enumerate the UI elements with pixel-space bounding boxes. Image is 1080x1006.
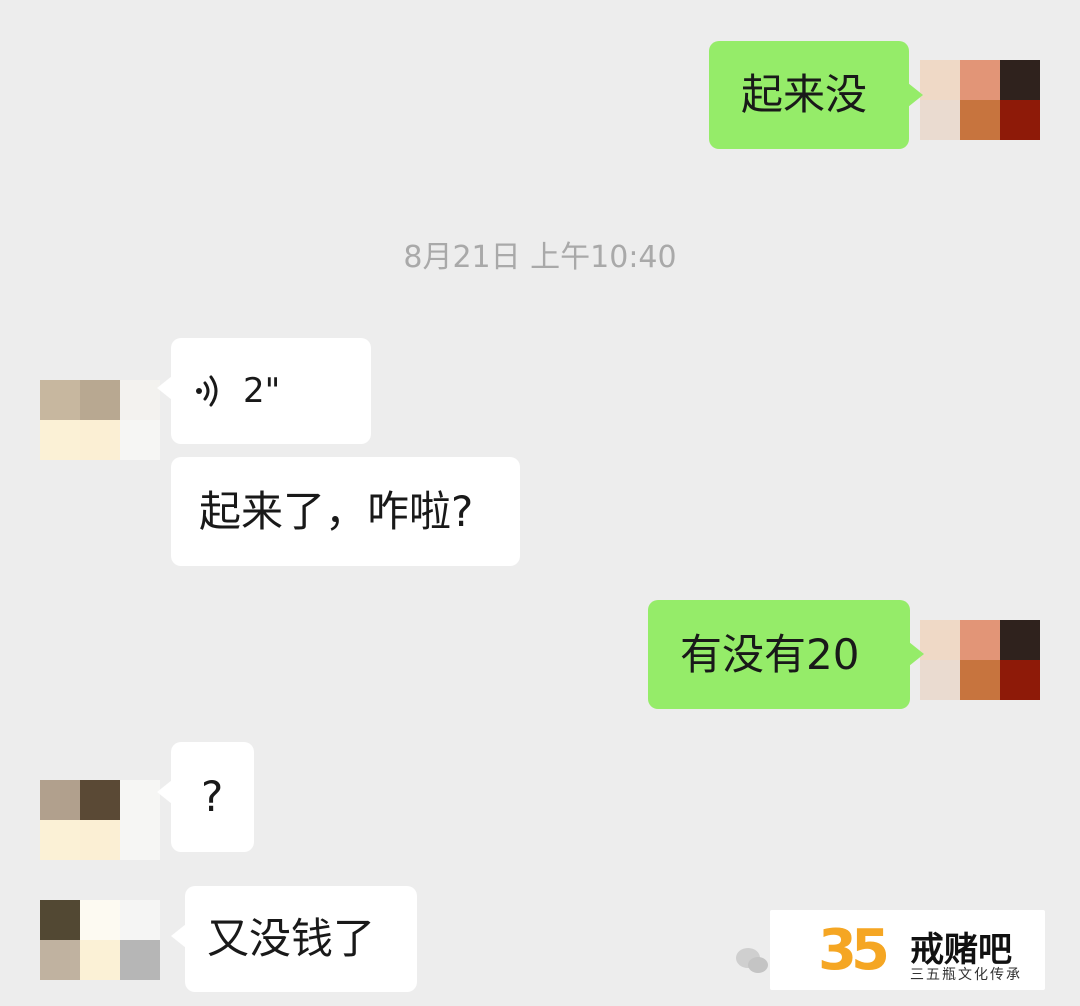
voice-duration: 2" bbox=[243, 371, 281, 411]
contact-avatar[interactable] bbox=[40, 900, 160, 980]
voice-message-bubble[interactable]: 2" bbox=[157, 338, 371, 444]
message-text: 起来没 bbox=[741, 70, 868, 119]
contact-avatar[interactable] bbox=[40, 380, 160, 460]
my-avatar[interactable] bbox=[920, 620, 1040, 700]
watermark-number: 35 bbox=[818, 918, 890, 983]
message-bubble-outgoing[interactable]: 起来没 bbox=[709, 41, 923, 149]
chat-screen: 起来没 8月21日 上午10:40 2" 起来了，咋啦? 有没有20 ? 又没钱… bbox=[0, 0, 1080, 1006]
message-bubble-incoming[interactable]: 又没钱了 bbox=[171, 886, 417, 992]
message-text: 有没有20 bbox=[680, 629, 860, 679]
watermark-logo: 35 戒赌吧 三五瓶文化传承 bbox=[770, 910, 1045, 990]
watermark-number-text: 35 bbox=[818, 918, 890, 983]
wechat-icon bbox=[736, 948, 768, 973]
message-timestamp: 8月21日 上午10:40 bbox=[403, 240, 677, 275]
contact-avatar[interactable] bbox=[40, 780, 160, 860]
message-text: ? bbox=[201, 772, 224, 821]
voice-wave-icon bbox=[196, 375, 218, 407]
watermark-subtitle: 三五瓶文化传承 bbox=[910, 967, 1022, 983]
message-bubble-incoming[interactable]: 起来了，咋啦? bbox=[171, 457, 520, 566]
my-avatar[interactable] bbox=[920, 60, 1040, 140]
message-text: 又没钱了 bbox=[207, 914, 376, 963]
message-text: 起来了，咋啦? bbox=[199, 486, 474, 536]
message-bubble-incoming[interactable]: ? bbox=[157, 742, 254, 852]
message-bubble-outgoing[interactable]: 有没有20 bbox=[648, 600, 924, 709]
